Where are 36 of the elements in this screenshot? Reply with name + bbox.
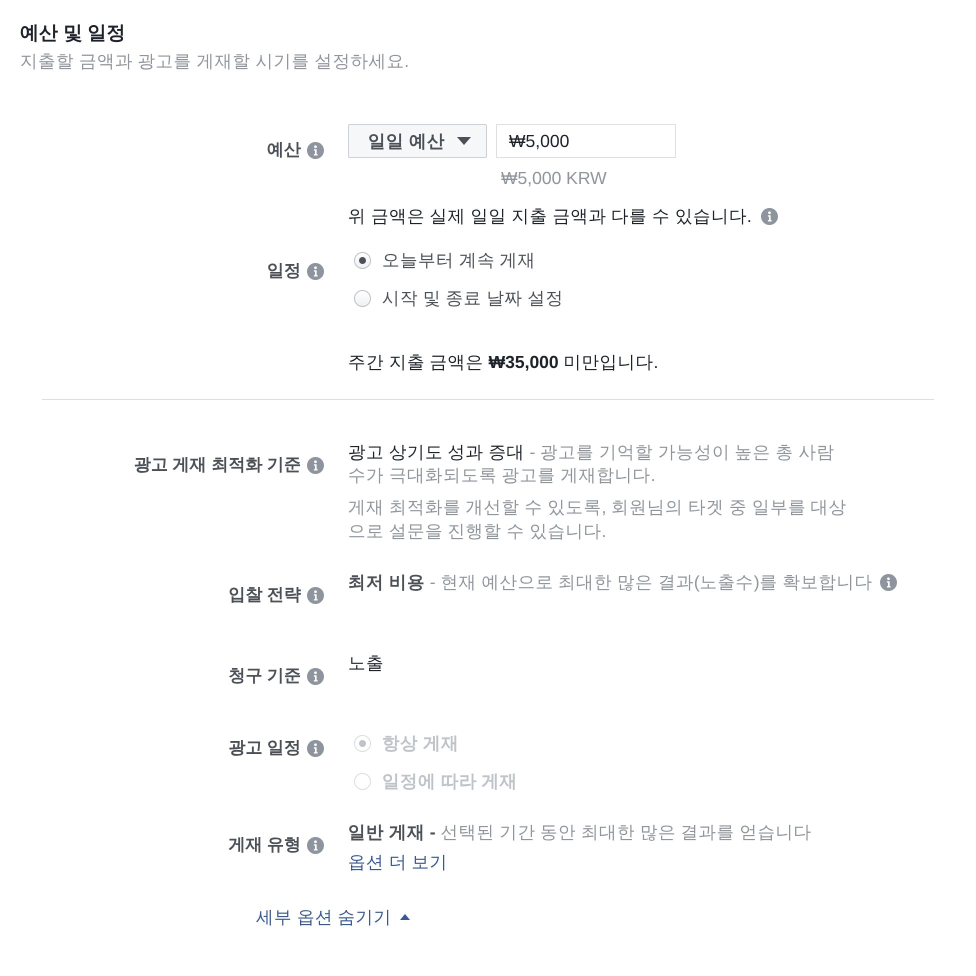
info-icon[interactable]	[307, 668, 324, 684]
converted-amount: ₩5,000 KRW	[501, 167, 608, 190]
weekly-spend-note: 주간 지출 금액은 ₩35,000 미만입니다.	[348, 351, 660, 374]
info-icon[interactable]	[307, 586, 324, 604]
budget-type-dropdown[interactable]: 일일 예산	[348, 124, 487, 158]
radio-button[interactable]	[354, 252, 371, 268]
field-label: 광고 일정	[228, 737, 301, 759]
field-label: 예산	[267, 139, 301, 161]
option-summary: 광고 상기도 성과 증대 - 광고를 기억할 가능성이 높은 총 사람 수가 극대화되도록 광고를 게재합니다.	[348, 441, 836, 487]
caret-up-icon	[400, 914, 410, 920]
field-label: 광고 게재 최적화 기준	[134, 454, 301, 476]
info-icon[interactable]	[307, 740, 324, 756]
section-subtitle: 지출할 금액과 광고를 게재할 시기를 설정하세요.	[20, 50, 410, 73]
option-label[interactable]: 시작 및 종료 날짜 설정	[382, 286, 564, 310]
more-options-link[interactable]: 옵션 더 보기	[348, 850, 448, 874]
info-icon[interactable]	[760, 208, 778, 224]
option-note: 게재 최적화를 개선할 수 있도록, 회원님의 타겟 중 일부를 대상으로 설문을 진행할 수 있습니다.	[348, 496, 848, 543]
budget-note: 위 금액은 실제 일일 지출 금액과 다를 수 있습니다.	[348, 205, 752, 228]
field-value: 노출	[348, 653, 384, 673]
hide-options-link[interactable]: 세부 옵션 숨기기	[256, 905, 410, 929]
info-icon[interactable]	[307, 456, 324, 474]
info-icon[interactable]	[307, 142, 324, 158]
caret-down-icon	[456, 137, 471, 145]
option-summary: 일반 게재 - 선택된 기간 동안 최대한 많은 결과를 얻습니다	[348, 821, 812, 844]
field-label: 청구 기준	[228, 665, 301, 687]
info-icon[interactable]	[307, 262, 324, 280]
field-label: 게재 유형	[228, 834, 301, 856]
info-icon[interactable]	[880, 574, 898, 591]
option-summary: 최저 비용 - 현재 예산으로 최대한 많은 결과(노출수)를 확보합니다	[348, 571, 872, 594]
option-label[interactable]: 오늘부터 계속 게재	[382, 248, 536, 272]
radio-button[interactable]	[354, 290, 371, 306]
field-label: 입찰 전략	[228, 584, 301, 606]
budget-amount-input[interactable]: ₩5,000	[496, 124, 676, 158]
field-label: 일정	[267, 260, 301, 282]
info-icon[interactable]	[307, 836, 324, 854]
section-title: 예산 및 일정	[20, 22, 127, 46]
